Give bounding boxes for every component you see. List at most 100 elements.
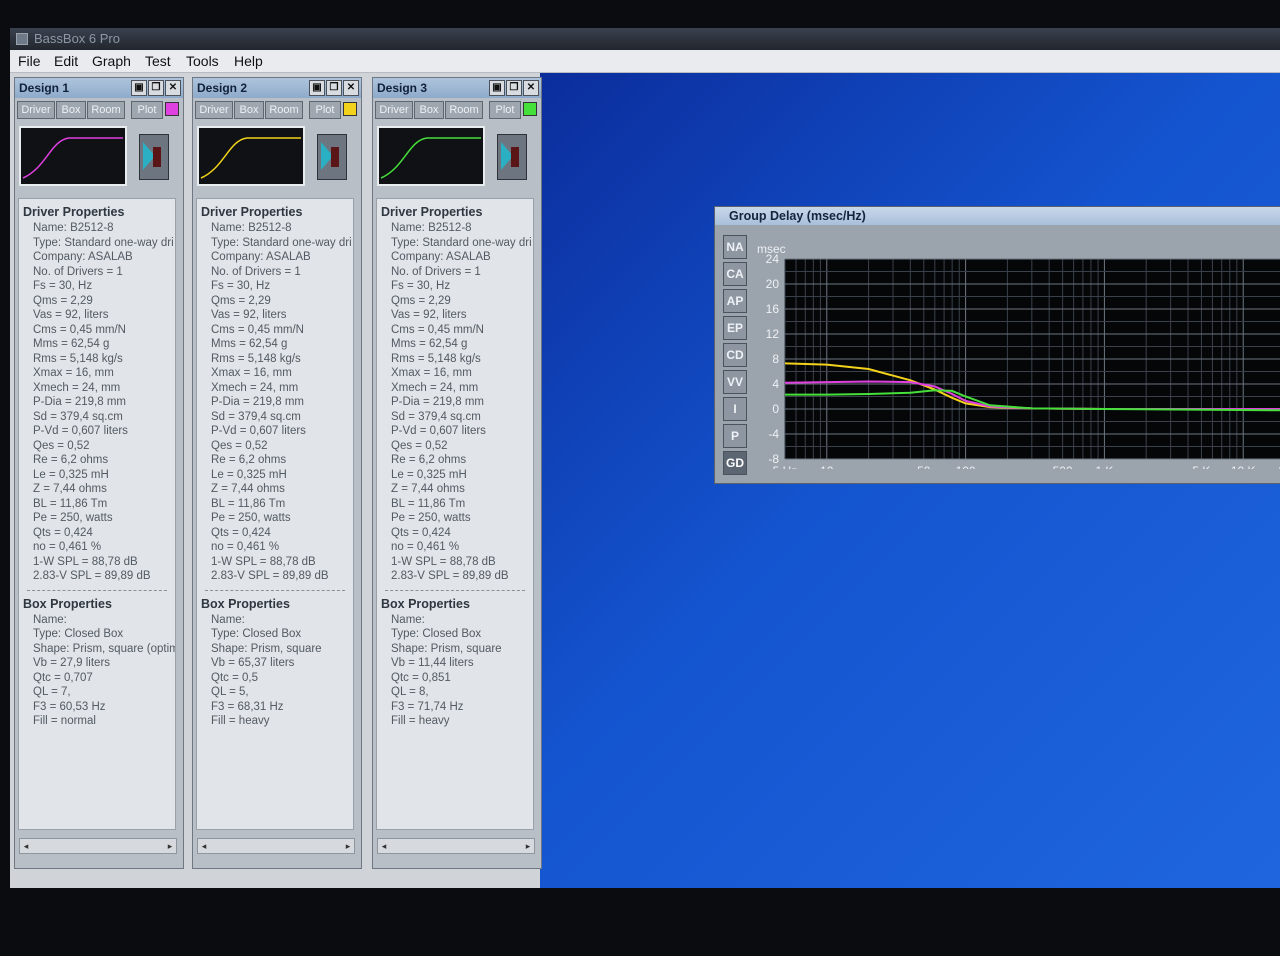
app-title: BassBox 6 Pro <box>34 31 120 46</box>
driver-property: Xmech = 24, mm <box>391 381 479 394</box>
plot-button[interactable]: Plot <box>131 101 163 119</box>
plot-button[interactable]: Plot <box>309 101 341 119</box>
box-button[interactable]: Box <box>414 101 444 119</box>
driver-property: Xmax = 16, mm <box>391 367 472 379</box>
speaker-icon <box>317 134 347 180</box>
close-icon[interactable]: ✕ <box>343 80 359 96</box>
horizontal-scrollbar[interactable]: ◂ ▸ <box>197 838 355 854</box>
driver-property: P-Dia = 219,8 mm <box>33 396 126 408</box>
x-tick-label: 1 K <box>1095 464 1113 469</box>
menu-edit[interactable]: Edit <box>54 53 78 69</box>
graph-button-cd[interactable]: CD <box>723 343 747 367</box>
driver-property: Le = 0,325 mH <box>33 468 109 481</box>
horizontal-scrollbar[interactable]: ◂ ▸ <box>377 838 535 854</box>
box-property: Vb = 11,44 liters <box>391 657 474 669</box>
graph-button-ap[interactable]: AP <box>723 289 747 313</box>
plot-color-swatch[interactable] <box>165 102 179 116</box>
graph-button-gd[interactable]: GD <box>723 451 747 475</box>
menu-tools[interactable]: Tools <box>186 53 219 69</box>
room-button[interactable]: Room <box>87 101 125 119</box>
box-button[interactable]: Box <box>234 101 264 119</box>
design-titlebar[interactable]: Design 1 ▣ ❐ ✕ <box>15 78 183 98</box>
driver-property: Le = 0,325 mH <box>211 468 287 481</box>
driver-property: Pe = 250, watts <box>391 512 471 524</box>
horizontal-scrollbar[interactable]: ◂ ▸ <box>19 838 177 854</box>
design-toolbar: Driver Box Room Plot <box>375 101 537 119</box>
group-delay-titlebar[interactable]: Group Delay (msec/Hz) <box>715 207 1280 225</box>
box-property: Qtc = 0,851 <box>391 671 451 684</box>
driver-property: Xmech = 24, mm <box>33 381 121 394</box>
driver-property: No. of Drivers = 1 <box>391 265 481 278</box>
driver-properties: Name: B2512-8 Type: Standard one-way dri C… <box>197 221 353 584</box>
scroll-left-icon[interactable]: ◂ <box>198 839 210 853</box>
group-delay-window[interactable]: Group Delay (msec/Hz) NA CA AP EP CD VV I P GD m… <box>714 206 1280 484</box>
copy-icon[interactable]: ❐ <box>506 80 522 96</box>
properties-list: Driver Properties Name: B2512-8 Type: Sta… <box>376 198 534 830</box>
box-properties-heading: Box Properties <box>201 596 290 611</box>
design-panel-3: Design 3 ▣ ❐ ✕ Driver Box Room Plot Driv… <box>372 77 542 869</box>
menu-file[interactable]: File <box>18 53 41 69</box>
plot-color-swatch[interactable] <box>523 102 537 116</box>
box-property: F3 = 68,31 Hz <box>211 700 284 713</box>
driver-property: Z = 7,44 ohms <box>211 483 285 495</box>
box-property: Shape: Prism, square (optim <box>33 642 176 655</box>
box-property: Qtc = 0,5 <box>211 671 258 684</box>
app-icon <box>16 33 28 45</box>
scroll-left-icon[interactable]: ◂ <box>378 839 390 853</box>
y-tick-label: 16 <box>766 302 780 316</box>
save-icon[interactable]: ▣ <box>309 80 325 96</box>
response-preview <box>377 126 485 186</box>
driver-property: 2.83-V SPL = 89,89 dB <box>391 570 509 582</box>
menu-bar: File Edit Graph Test Tools Help <box>10 50 1280 73</box>
driver-property: Company: ASALAB <box>391 251 491 263</box>
driver-property: Pe = 250, watts <box>33 512 113 524</box>
box-property: Name: <box>33 613 67 626</box>
close-icon[interactable]: ✕ <box>165 80 181 96</box>
driver-properties-heading: Driver Properties <box>23 205 125 219</box>
driver-button[interactable]: Driver <box>375 101 413 119</box>
copy-icon[interactable]: ❐ <box>148 80 164 96</box>
design-titlebar[interactable]: Design 2 ▣ ❐ ✕ <box>193 78 361 98</box>
driver-property: Vas = 92, liters <box>33 309 109 321</box>
driver-property: Mms = 62,54 g <box>33 338 110 350</box>
scroll-right-icon[interactable]: ▸ <box>164 839 176 853</box>
close-icon[interactable]: ✕ <box>523 80 539 96</box>
driver-button[interactable]: Driver <box>195 101 233 119</box>
plot-button[interactable]: Plot <box>489 101 521 119</box>
menu-graph[interactable]: Graph <box>92 53 131 69</box>
speaker-icon <box>497 134 527 180</box>
driver-button[interactable]: Driver <box>17 101 55 119</box>
graph-button-i[interactable]: I <box>723 397 747 421</box>
copy-icon[interactable]: ❐ <box>326 80 342 96</box>
speaker-icon <box>139 134 169 180</box>
box-property: Fill = heavy <box>211 715 270 727</box>
scroll-left-icon[interactable]: ◂ <box>20 839 32 853</box>
driver-property: P-Vd = 0,607 liters <box>211 425 306 437</box>
save-icon[interactable]: ▣ <box>489 80 505 96</box>
driver-property: 2.83-V SPL = 89,89 dB <box>33 570 151 582</box>
box-button[interactable]: Box <box>56 101 86 119</box>
driver-property: No. of Drivers = 1 <box>211 265 301 278</box>
driver-property: Rms = 5,148 kg/s <box>33 352 123 365</box>
menu-help[interactable]: Help <box>234 53 263 69</box>
menu-test[interactable]: Test <box>145 53 171 69</box>
response-preview <box>19 126 127 186</box>
graph-button-p[interactable]: P <box>723 424 747 448</box>
graph-button-ca[interactable]: CA <box>723 262 747 286</box>
graph-button-na[interactable]: NA <box>723 235 747 259</box>
y-tick-label: 0 <box>772 402 779 416</box>
graph-button-vv[interactable]: VV <box>723 370 747 394</box>
plot-color-swatch[interactable] <box>343 102 357 116</box>
box-property: Fill = heavy <box>391 715 450 727</box>
group-delay-title: Group Delay (msec/Hz) <box>729 209 866 223</box>
room-button[interactable]: Room <box>265 101 303 119</box>
design-titlebar[interactable]: Design 3 ▣ ❐ ✕ <box>373 78 541 98</box>
box-properties: Name: Type: Closed Box Shape: Prism, squar… <box>19 613 175 729</box>
room-button[interactable]: Room <box>445 101 483 119</box>
driver-property: No. of Drivers = 1 <box>33 265 123 278</box>
graph-button-ep[interactable]: EP <box>723 316 747 340</box>
scroll-right-icon[interactable]: ▸ <box>342 839 354 853</box>
driver-property: Rms = 5,148 kg/s <box>391 352 481 365</box>
scroll-right-icon[interactable]: ▸ <box>522 839 534 853</box>
save-icon[interactable]: ▣ <box>131 80 147 96</box>
